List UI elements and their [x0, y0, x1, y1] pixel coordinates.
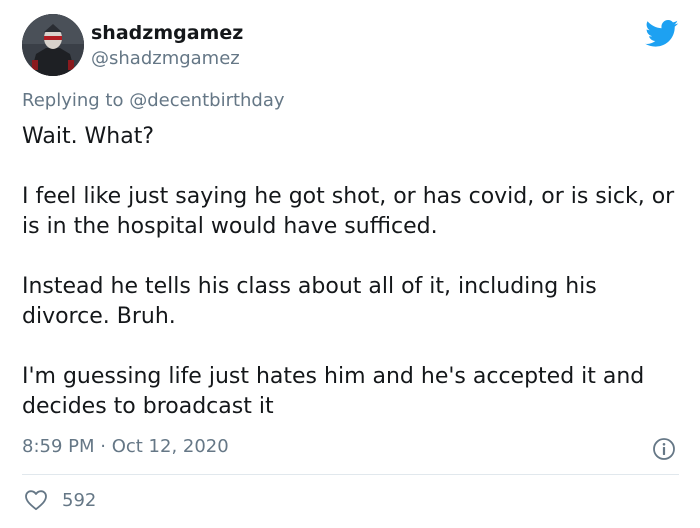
tweet-timestamp[interactable]: 8:59 PM · Oct 12, 2020 — [22, 436, 229, 457]
reply-context: Replying to @decentbirthday — [22, 90, 285, 111]
tweet-paragraph: I'm guessing life just hates him and he'… — [22, 364, 645, 419]
tweet-paragraph: Wait. What? — [22, 124, 155, 149]
tweet-paragraph: Instead he tells his class about all of … — [22, 274, 597, 329]
user-handle[interactable]: @shadzmgamez — [91, 48, 240, 69]
twitter-bird-icon[interactable] — [645, 20, 679, 48]
tweet-paragraph: I feel like just saying he got shot, or … — [22, 184, 675, 239]
tweet-card: shadzmgamez @shadzmgamez Replying to @de… — [0, 0, 700, 528]
like-count: 592 — [62, 489, 97, 511]
info-icon[interactable] — [652, 437, 676, 461]
tweet-body: Wait. What? I feel like just saying he g… — [22, 122, 682, 422]
display-name[interactable]: shadzmgamez — [91, 22, 243, 44]
avatar[interactable] — [22, 14, 84, 76]
like-action[interactable]: 592 — [24, 487, 96, 513]
reply-prefix: Replying to — [22, 90, 130, 111]
reply-mention-link[interactable]: @decentbirthday — [129, 90, 284, 111]
divider — [22, 474, 679, 475]
avatar-image — [22, 14, 84, 76]
heart-icon[interactable] — [24, 489, 48, 511]
